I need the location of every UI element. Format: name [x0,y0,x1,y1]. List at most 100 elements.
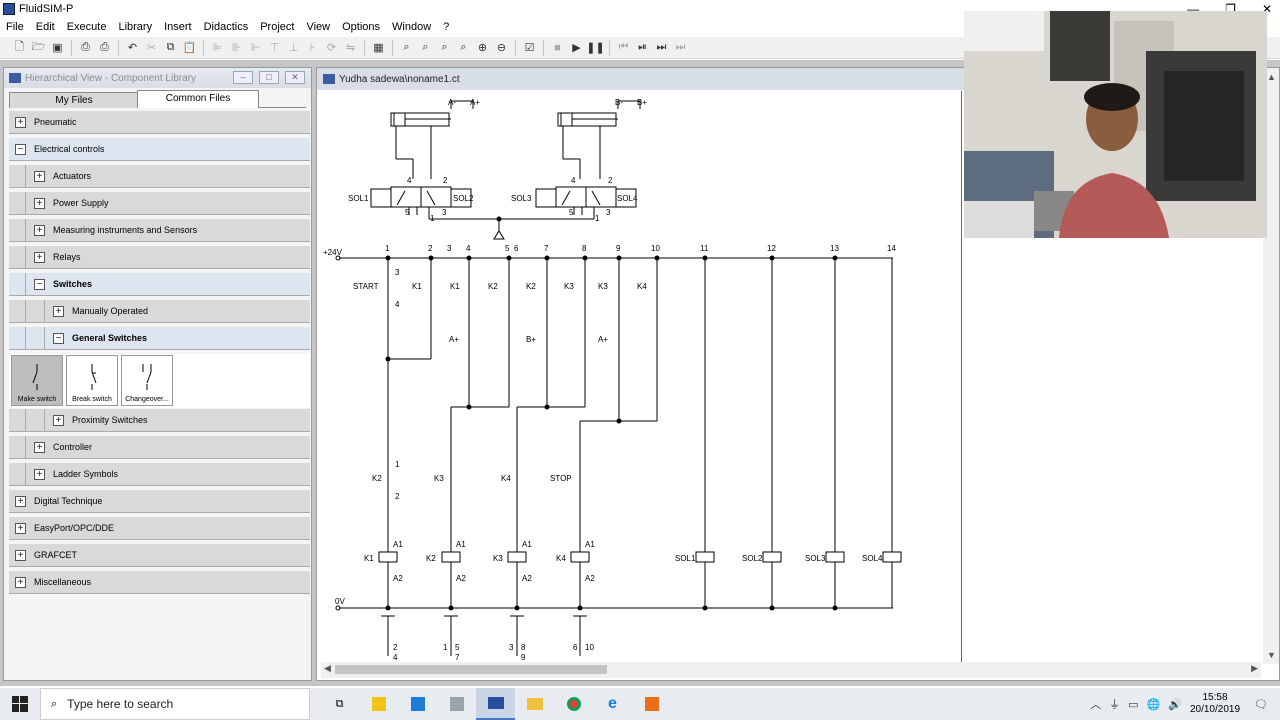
expand-icon[interactable]: + [34,441,45,453]
scroll-right-icon[interactable]: ▶ [1251,663,1258,674]
copy-icon[interactable]: ⧉ [161,40,180,56]
zoom-previous-icon[interactable]: ⌕ [416,40,435,56]
component-changeover-switch[interactable]: Changeover... [121,355,173,406]
sticky-notes-icon[interactable] [359,688,398,720]
windows-start-icon[interactable] [0,688,40,720]
expand-icon[interactable]: + [34,224,45,236]
tree-item-digital-technique[interactable]: + Digital Technique [9,490,310,513]
grid-icon[interactable]: ▦ [369,40,388,56]
expand-icon[interactable]: + [53,305,64,317]
menu-help[interactable]: ? [437,18,455,36]
volume-icon[interactable]: 🔊 [1168,698,1182,711]
align-bottom-icon[interactable]: ⊦ [303,40,322,56]
collapse-icon[interactable]: − [15,143,26,155]
recorder-icon[interactable] [632,688,671,720]
menu-window[interactable]: Window [386,18,437,36]
app-icon[interactable] [437,688,476,720]
align-left-icon[interactable]: ⊫ [208,40,227,56]
expand-icon[interactable]: + [15,116,26,128]
print-icon[interactable]: ⎙ [95,40,114,56]
undo-icon[interactable]: ↶ [123,40,142,56]
zoom-window-icon[interactable]: ⌕ [435,40,454,56]
flip-icon[interactable]: ⇋ [341,40,360,56]
usb-icon[interactable]: ⏚ [1109,696,1120,712]
collapse-icon[interactable]: − [34,278,45,290]
horizontal-scrollbar[interactable]: ◀ ▶ [321,662,1261,678]
tree-item-pneumatic[interactable]: + Pneumatic [9,111,310,134]
align-right-icon[interactable]: ⊩ [246,40,265,56]
expand-icon[interactable]: + [15,576,26,588]
expand-icon[interactable]: + [53,414,64,426]
tree-item-proximity-switches[interactable]: + Proximity Switches [9,409,310,432]
expand-icon[interactable]: + [34,197,45,209]
outlook-icon[interactable] [398,688,437,720]
tab-my-files[interactable]: My Files [9,92,139,108]
expand-icon[interactable]: + [34,251,45,263]
collapse-icon[interactable]: − [53,332,64,344]
panel-maximize-icon[interactable]: □ [259,71,279,84]
tree-item-miscellaneous[interactable]: + Miscellaneous [9,571,310,594]
zoom-in-icon[interactable]: ⊕ [473,40,492,56]
expand-icon[interactable]: + [15,522,26,534]
task-view-icon[interactable]: ⧉ [320,688,359,720]
tab-common-files[interactable]: Common Files [137,90,259,108]
reset-icon[interactable]: ⏮ [614,40,633,56]
rotate-icon[interactable]: ⟳ [322,40,341,56]
menu-file[interactable]: File [0,18,30,36]
zoom-extents-icon[interactable]: ⌕ [454,40,473,56]
new-file-icon[interactable]: 🗋 [10,40,29,56]
expand-icon[interactable]: + [34,170,45,182]
tree-item-easyport[interactable]: + EasyPort/OPC/DDE [9,517,310,540]
align-middle-icon[interactable]: ⊥ [284,40,303,56]
scroll-left-icon[interactable]: ◀ [324,663,331,674]
tree-item-ladder-symbols[interactable]: + Ladder Symbols [9,463,310,486]
tree-item-general-switches[interactable]: − General Switches [9,327,310,350]
fluidsim-taskbar-icon[interactable] [476,688,515,720]
align-center-icon[interactable]: ⊪ [227,40,246,56]
tree-item-measuring[interactable]: + Measuring instruments and Sensors [9,219,310,242]
pause-icon[interactable]: ❚❚ [586,40,605,56]
component-break-switch[interactable]: Break switch [66,355,118,406]
menu-view[interactable]: View [300,18,336,36]
play-icon[interactable]: ▶ [567,40,586,56]
align-top-icon[interactable]: ⊤ [265,40,284,56]
expand-icon[interactable]: + [15,495,26,507]
check-icon[interactable]: ☑ [520,40,539,56]
save-icon[interactable]: ▣ [48,40,67,56]
notifications-icon[interactable]: 🗨 [1254,698,1268,711]
tree-item-electrical-controls[interactable]: − Electrical controls [9,138,310,161]
menu-execute[interactable]: Execute [61,18,113,36]
zoom-fit-icon[interactable]: ⌕ [397,40,416,56]
component-make-switch[interactable]: Make switch [11,355,63,406]
open-folder-icon[interactable]: 🗁 [29,40,48,56]
tree-item-power-supply[interactable]: + Power Supply [9,192,310,215]
menu-options[interactable]: Options [336,18,386,36]
taskbar-search-box[interactable]: ⌕ Type here to search [40,688,310,720]
clock[interactable]: 15:58 20/10/2019 [1190,692,1240,716]
file-explorer-icon[interactable] [515,688,554,720]
language-icon[interactable]: 🌐 [1147,698,1161,711]
expand-icon[interactable]: + [34,468,45,480]
zoom-out-icon[interactable]: ⊖ [492,40,511,56]
edge-icon[interactable]: e [593,688,632,720]
step-icon[interactable]: ⏯ [633,40,652,56]
tree-item-actuators[interactable]: + Actuators [9,165,310,188]
battery-icon[interactable]: ▭ [1128,698,1138,711]
tree-item-switches[interactable]: − Switches [9,273,310,296]
menu-edit[interactable]: Edit [30,18,61,36]
stop-icon[interactable]: ■ [548,40,567,56]
cut-icon[interactable]: ✂ [142,40,161,56]
tree-item-grafcet[interactable]: + GRAFCET [9,544,310,567]
tree-item-controller[interactable]: + Controller [9,436,310,459]
tray-overflow-icon[interactable]: ︿ [1090,696,1101,712]
menu-insert[interactable]: Insert [158,18,198,36]
scroll-down-icon[interactable]: ▼ [1267,650,1276,660]
scroll-up-icon[interactable]: ▲ [1267,72,1276,82]
print-preview-icon[interactable]: ⎙ [76,40,95,56]
fast-forward-icon[interactable]: ⏭ [671,40,690,56]
tree-item-manually-operated[interactable]: + Manually Operated [9,300,310,323]
paste-icon[interactable]: 📋 [180,40,199,56]
chrome-icon[interactable] [554,688,593,720]
step-next-icon[interactable]: ⏭ [652,40,671,56]
panel-close-icon[interactable]: ✕ [285,71,305,84]
